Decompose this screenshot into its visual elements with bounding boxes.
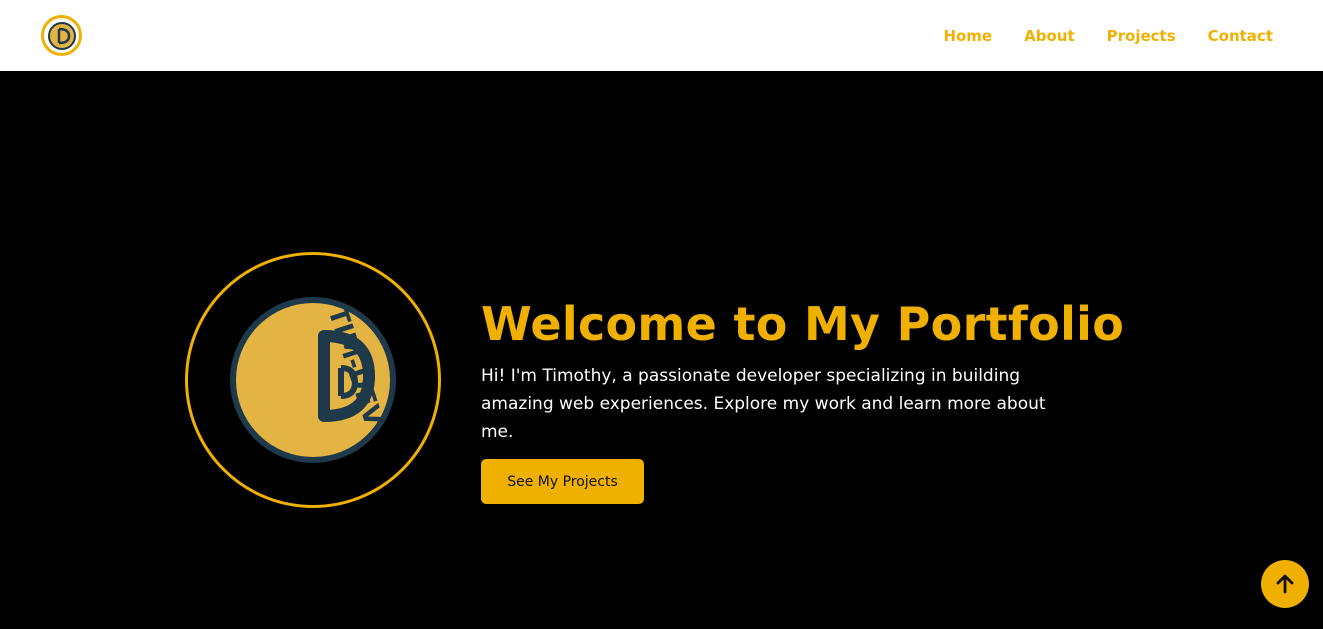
tim-dev-badge: TIM-DEV xyxy=(230,297,396,463)
nav-logo[interactable] xyxy=(41,15,82,56)
hero-description: Hi! I'm Timothy, a passionate developer … xyxy=(481,366,1046,442)
nav-link-projects[interactable]: Projects xyxy=(1107,27,1176,45)
arrow-up-icon xyxy=(1276,574,1294,594)
see-projects-button[interactable]: See My Projects xyxy=(481,459,644,504)
tim-dev-logo-icon xyxy=(47,21,76,50)
nav-link-contact[interactable]: Contact xyxy=(1208,27,1273,45)
navbar: Home About Projects Contact xyxy=(0,0,1323,71)
hero-logo: TIM-DEV xyxy=(185,252,441,508)
nav-link-about[interactable]: About xyxy=(1024,27,1075,45)
scroll-to-top-button[interactable] xyxy=(1261,560,1309,608)
nav-link-home[interactable]: Home xyxy=(943,27,992,45)
nav-links: Home About Projects Contact xyxy=(943,27,1273,45)
hero-text: Welcome to My Portfolio Hi! I'm Timothy,… xyxy=(481,296,1124,504)
hero-section: TIM-DEV Welcome to My Portfolio Hi! I'm … xyxy=(0,71,1323,629)
hero-title-text: Welcome to My Portfolio xyxy=(481,297,1125,351)
hero-title: Welcome to My Portfolio xyxy=(481,296,1124,352)
